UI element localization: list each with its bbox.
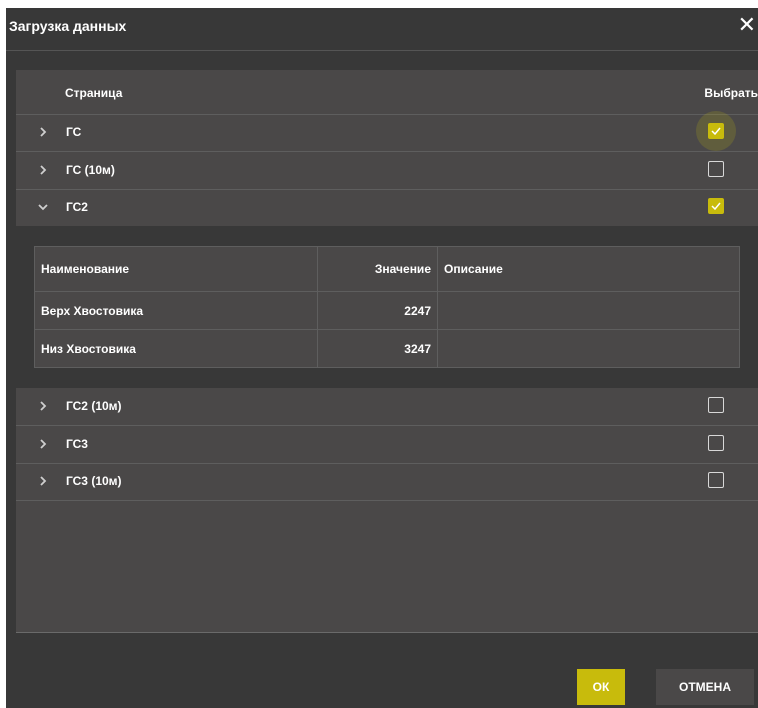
table-row[interactable]: ГС2 xyxy=(16,189,758,227)
chevron-right-icon[interactable] xyxy=(36,474,50,488)
row-checkbox[interactable] xyxy=(708,198,724,214)
table-row[interactable]: ГС xyxy=(16,111,758,152)
detail-header-value: Значение xyxy=(317,246,438,292)
detail-row: Верх Хвостовика 2247 xyxy=(34,291,740,330)
close-icon[interactable]: ✕ xyxy=(738,14,756,36)
row-checkbox[interactable] xyxy=(708,472,724,488)
row-name: ГС3 (10м) xyxy=(66,474,122,488)
row-name: ГС (10м) xyxy=(66,163,115,177)
chevron-right-icon[interactable] xyxy=(36,399,50,413)
chevron-right-icon[interactable] xyxy=(36,437,50,451)
detail-table: Наименование Значение Описание Верх Хвос… xyxy=(34,246,740,368)
detail-header-name: Наименование xyxy=(34,246,318,292)
detail-row: Низ Хвостовика 3247 xyxy=(34,329,740,368)
detail-cell-value[interactable]: 2247 xyxy=(317,291,438,330)
ok-button[interactable]: ОК xyxy=(577,669,625,705)
dialog-title: Загрузка данных xyxy=(9,18,127,34)
table-row[interactable]: ГС (10м) xyxy=(16,152,758,190)
detail-header-row: Наименование Значение Описание xyxy=(34,246,740,292)
row-checkbox[interactable] xyxy=(708,435,724,451)
pages-table: Страница Выбрать ГС ГС (10м) ГС2 Наимено… xyxy=(16,70,758,633)
row-detail-panel: Наименование Значение Описание Верх Хвос… xyxy=(16,226,758,388)
row-name: ГС xyxy=(66,125,82,139)
detail-cell-description[interactable] xyxy=(437,291,740,330)
detail-cell-name: Верх Хвостовика xyxy=(34,291,318,330)
table-row[interactable]: ГС3 (10м) xyxy=(16,463,758,501)
row-checkbox[interactable] xyxy=(708,123,724,139)
table-row[interactable]: ГС3 xyxy=(16,426,758,464)
row-name: ГС2 xyxy=(66,200,88,214)
cancel-button[interactable]: ОТМЕНА xyxy=(656,669,754,705)
dialog-titlebar: Загрузка данных ✕ xyxy=(6,8,758,51)
load-data-dialog: Загрузка данных ✕ Страница Выбрать ГС ГС… xyxy=(6,8,758,708)
row-checkbox[interactable] xyxy=(708,161,724,177)
detail-cell-name: Низ Хвостовика xyxy=(34,329,318,368)
row-name: ГС3 xyxy=(66,437,88,451)
chevron-right-icon[interactable] xyxy=(36,125,50,139)
chevron-down-icon[interactable] xyxy=(36,200,50,214)
table-header: Страница Выбрать xyxy=(16,70,758,115)
column-header-page: Страница xyxy=(65,86,123,100)
table-row[interactable]: ГС2 (10м) xyxy=(16,388,758,426)
chevron-right-icon[interactable] xyxy=(36,163,50,177)
row-checkbox[interactable] xyxy=(708,397,724,413)
row-name: ГС2 (10м) xyxy=(66,399,122,413)
detail-header-description: Описание xyxy=(437,246,740,292)
detail-cell-description[interactable] xyxy=(437,329,740,368)
detail-cell-value[interactable]: 3247 xyxy=(317,329,438,368)
column-header-select: Выбрать xyxy=(704,86,758,100)
